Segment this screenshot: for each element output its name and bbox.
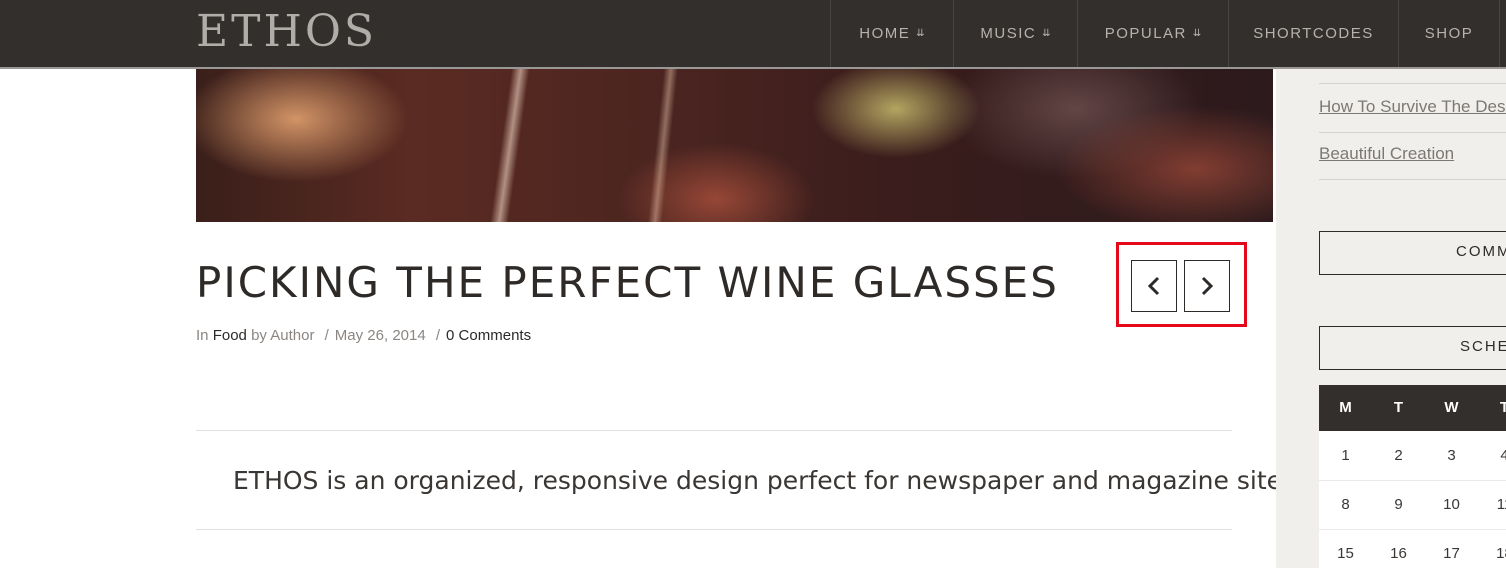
weekday-label: W	[1444, 399, 1459, 416]
nav-item-label: MUSIC	[980, 25, 1037, 42]
site-logo[interactable]: ETHOS	[196, 6, 377, 62]
category-link[interactable]: Food	[213, 327, 247, 344]
meta-author[interactable]: by Author	[251, 327, 314, 344]
main-nav: HOME ⇊ MUSIC ⇊ POPULAR ⇊ SHORTCODES SHOP	[830, 0, 1500, 67]
nav-item-shortcodes[interactable]: SHORTCODES	[1228, 0, 1398, 67]
divider	[196, 529, 1232, 530]
sidebar-divider	[1319, 83, 1506, 84]
top-navigation-bar: ETHOS HOME ⇊ MUSIC ⇊ POPULAR ⇊ SHORTCODE…	[0, 0, 1506, 69]
sidebar: How To Survive The Desert Beautiful Crea…	[1276, 69, 1506, 581]
calendar-row-divider	[1319, 480, 1506, 481]
calendar-day[interactable]: 9	[1372, 496, 1425, 513]
nav-item-home[interactable]: HOME ⇊	[830, 0, 953, 67]
meta-separator: /	[435, 327, 441, 344]
meta-separator: /	[324, 327, 329, 344]
previous-post-button[interactable]	[1131, 260, 1177, 312]
calendar-day[interactable]: 15	[1319, 545, 1372, 562]
nav-item-music[interactable]: MUSIC ⇊	[953, 0, 1077, 67]
calendar-day[interactable]: 18	[1478, 545, 1506, 562]
nav-item-shop[interactable]: SHOP	[1398, 0, 1500, 67]
nav-item-label: POPULAR	[1104, 25, 1187, 42]
sidebar-post-link[interactable]: Beautiful Creation	[1319, 144, 1454, 164]
calendar-day[interactable]: 8	[1319, 496, 1372, 513]
tab-comments[interactable]: COMMENTS	[1319, 231, 1506, 275]
divider	[196, 430, 1232, 431]
double-chevron-down-icon: ⇊	[1042, 28, 1051, 39]
glass-highlight	[490, 69, 530, 222]
double-chevron-down-icon: ⇊	[916, 28, 925, 39]
comments-link[interactable]: 0 Comments	[446, 327, 531, 344]
post-meta: In Food by Author / May 26, 2014 / 0 Comme…	[196, 327, 531, 344]
calendar-day[interactable]: 10	[1425, 496, 1478, 513]
calendar-grid: 1 2 3 4 8 9 10 11 15 16 17 18	[1319, 431, 1506, 581]
tab-schedule[interactable]: SCHEDULE	[1319, 326, 1506, 370]
calendar-day[interactable]: 3	[1425, 447, 1478, 464]
chevron-left-icon	[1147, 276, 1160, 296]
chevron-right-icon	[1201, 276, 1214, 296]
weekday-label: T	[1499, 399, 1506, 416]
sidebar-divider	[1319, 179, 1506, 180]
calendar-day[interactable]: 11	[1478, 496, 1506, 513]
nav-item-label: HOME	[859, 25, 911, 42]
glass-highlight	[647, 69, 679, 222]
calendar-day[interactable]: 2	[1372, 447, 1425, 464]
double-chevron-down-icon: ⇊	[1192, 28, 1202, 39]
weekday-label: M	[1339, 399, 1352, 416]
featured-image	[196, 69, 1273, 222]
meta-date: May 26, 2014	[334, 327, 426, 344]
calendar-day[interactable]: 16	[1372, 545, 1425, 562]
post-lead-text: ETHOS is an organized, responsive design…	[233, 466, 1303, 495]
calendar-day[interactable]: 4	[1478, 447, 1506, 464]
calendar-header: M T W T	[1319, 385, 1506, 431]
nav-item-label: SHORTCODES	[1253, 25, 1374, 42]
sidebar-divider	[1319, 132, 1506, 133]
nav-item-popular[interactable]: POPULAR ⇊	[1077, 0, 1228, 67]
calendar-row-divider	[1319, 529, 1506, 530]
calendar-day[interactable]: 1	[1319, 447, 1372, 464]
nav-item-label: SHOP	[1424, 25, 1474, 42]
next-post-button[interactable]	[1184, 260, 1230, 312]
meta-in-label: In	[196, 327, 209, 344]
post-title: PICKING THE PERFECT WINE GLASSES	[196, 258, 1059, 307]
sidebar-post-link[interactable]: How To Survive The Desert	[1319, 97, 1506, 117]
weekday-label: T	[1393, 399, 1404, 416]
calendar-day[interactable]: 17	[1425, 545, 1478, 562]
